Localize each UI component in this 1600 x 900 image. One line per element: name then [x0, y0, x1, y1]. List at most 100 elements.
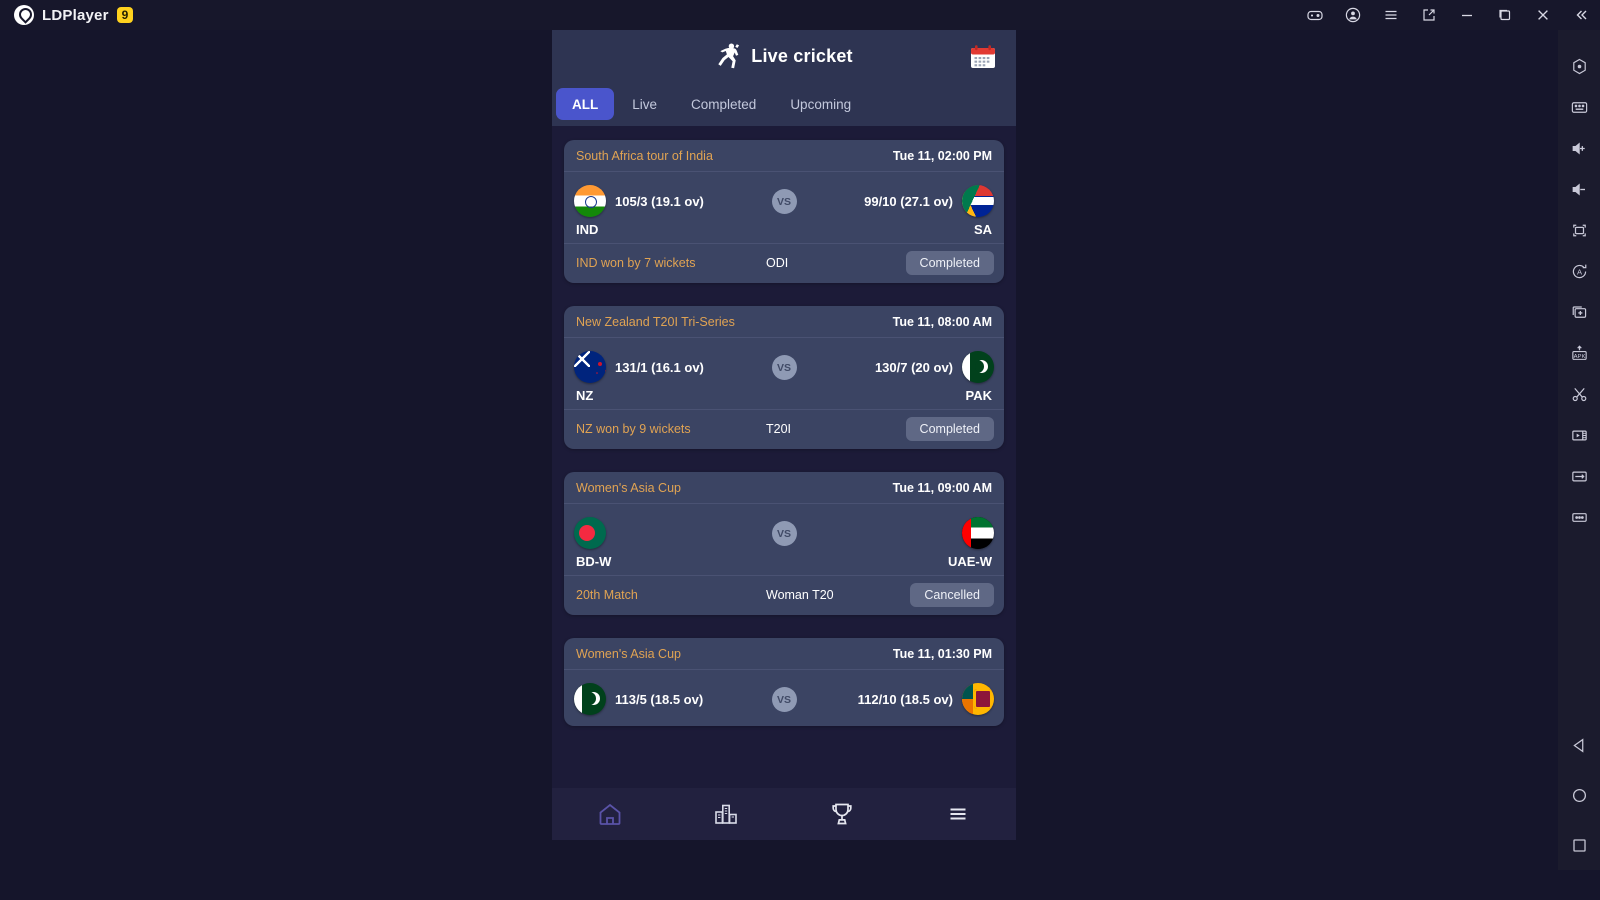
match-time: Tue 11, 01:30 PM: [892, 647, 992, 661]
svg-text:A: A: [1576, 267, 1582, 276]
nav-ranking-button[interactable]: [784, 788, 900, 840]
team-flag-sa: [962, 185, 994, 217]
series-name: New Zealand T20I Tri-Series: [576, 315, 735, 329]
match-card[interactable]: Women's Asia Cup Tue 11, 09:00 AM BD-W V…: [564, 472, 1004, 615]
match-format: ODI: [766, 256, 789, 270]
video-record-icon[interactable]: [1558, 415, 1600, 456]
menu-icon[interactable]: [1372, 0, 1410, 30]
team-away: 130/7 (20 ov) PAK: [842, 350, 994, 403]
gamepad-icon[interactable]: [1296, 0, 1334, 30]
team-flag-ind: [574, 185, 606, 217]
match-card-body: 131/1 (16.1 ov) NZ VS 130/7 (20 ov) PAK: [564, 338, 1004, 409]
status-badge: Completed: [905, 417, 994, 441]
maximize-icon[interactable]: [1486, 0, 1524, 30]
titlebar: LDPlayer 9: [0, 0, 1600, 30]
match-card-footer: NZ won by 9 wickets T20I Completed: [564, 409, 1004, 449]
match-card-header: Women's Asia Cup Tue 11, 01:30 PM: [564, 638, 1004, 670]
close-icon[interactable]: [1524, 0, 1562, 30]
match-result: 20th Match: [576, 588, 638, 602]
team-code: NZ: [576, 388, 594, 403]
scissors-icon[interactable]: [1558, 374, 1600, 415]
match-time: Tue 11, 02:00 PM: [892, 149, 992, 163]
nav-series-button[interactable]: [668, 788, 784, 840]
brand: LDPlayer 9: [0, 5, 134, 25]
match-format: T20I: [766, 422, 792, 436]
volume-down-icon[interactable]: [1558, 169, 1600, 210]
team-home: BD-W: [574, 516, 726, 569]
match-card-header: Women's Asia Cup Tue 11, 09:00 AM: [564, 472, 1004, 504]
vs-badge: VS: [771, 521, 797, 546]
collapse-icon[interactable]: [1562, 0, 1600, 30]
rotate-auto-icon[interactable]: A: [1558, 251, 1600, 292]
series-name: Women's Asia Cup: [576, 647, 681, 661]
vs-badge: VS: [771, 687, 797, 712]
team-flag-bd: [574, 517, 606, 549]
team-away: 99/10 (27.1 ov) SA: [842, 184, 994, 237]
match-card-body: BD-W VS UAE-W: [564, 504, 1004, 575]
match-card[interactable]: South Africa tour of India Tue 11, 02:00…: [564, 140, 1004, 283]
location-icon[interactable]: [1558, 46, 1600, 87]
match-time: Tue 11, 08:00 AM: [892, 315, 992, 329]
status-badge: Cancelled: [910, 583, 994, 607]
brand-version-badge: 9: [116, 7, 134, 23]
series-name: South Africa tour of India: [576, 149, 713, 163]
team-score: 105/3 (19.1 ov): [615, 193, 704, 209]
share-icon[interactable]: [1410, 0, 1448, 30]
calendar-icon[interactable]: [968, 42, 998, 72]
team-flag-pak: [574, 683, 606, 715]
team-away: 112/10 (18.5 ov): [842, 682, 994, 720]
team-flag-sl: [962, 683, 994, 715]
team-code: PAK: [965, 388, 992, 403]
home-button[interactable]: [1558, 770, 1600, 820]
team-code: SA: [973, 222, 992, 237]
team-code: BD-W: [576, 554, 612, 569]
sync-icon[interactable]: [1558, 456, 1600, 497]
cricket-batsman-icon: [718, 43, 740, 69]
match-card[interactable]: New Zealand T20I Tri-Series Tue 11, 08:0…: [564, 306, 1004, 449]
match-card-footer: 20th Match Woman T20 Cancelled: [564, 575, 1004, 615]
team-code: UAE-W: [947, 554, 992, 569]
volume-up-icon[interactable]: [1558, 128, 1600, 169]
match-result: IND won by 7 wickets: [576, 256, 696, 270]
minimize-icon[interactable]: [1448, 0, 1486, 30]
vs-container: VS: [726, 682, 842, 712]
tab-completed[interactable]: Completed: [675, 88, 772, 120]
account-icon[interactable]: [1334, 0, 1372, 30]
team-code: IND: [576, 222, 599, 237]
match-card-footer: IND won by 7 wickets ODI Completed: [564, 243, 1004, 283]
match-list[interactable]: South Africa tour of India Tue 11, 02:00…: [552, 126, 1016, 840]
ldplayer-window: LDPlayer 9 A APK Live cricket ALL Live C…: [0, 0, 1600, 900]
team-flag-uae: [962, 517, 994, 549]
match-time: Tue 11, 09:00 AM: [892, 481, 992, 495]
team-flag-nz: [574, 351, 606, 383]
titlebar-actions: [1296, 0, 1600, 30]
match-card-body: 113/5 (18.5 ov) VS 112/10 (18.5 ov): [564, 670, 1004, 726]
back-button[interactable]: [1558, 720, 1600, 770]
multi-instance-icon[interactable]: [1558, 292, 1600, 333]
team-score: 131/1 (16.1 ov): [615, 359, 704, 375]
apk-install-icon[interactable]: APK: [1558, 333, 1600, 374]
team-flag-pak: [962, 351, 994, 383]
tab-upcoming[interactable]: Upcoming: [774, 88, 867, 120]
tab-all[interactable]: ALL: [556, 88, 615, 120]
recents-button[interactable]: [1558, 820, 1600, 870]
nav-home-button[interactable]: [552, 788, 668, 840]
vs-badge: VS: [771, 189, 797, 214]
match-format: Woman T20: [766, 588, 834, 602]
more-icon[interactable]: [1558, 497, 1600, 538]
team-score: 130/7 (20 ov): [874, 359, 953, 375]
fullscreen-icon[interactable]: [1558, 210, 1600, 251]
vs-container: VS: [726, 184, 842, 214]
app-header: Live cricket: [552, 30, 1016, 82]
tab-live[interactable]: Live: [616, 88, 673, 120]
series-name: Women's Asia Cup: [576, 481, 681, 495]
match-card[interactable]: Women's Asia Cup Tue 11, 01:30 PM 113/5 …: [564, 638, 1004, 726]
app-title-group: Live cricket: [715, 42, 853, 70]
keyboard-icon[interactable]: [1558, 87, 1600, 128]
nav-more-button[interactable]: [900, 788, 1016, 840]
match-card-header: South Africa tour of India Tue 11, 02:00…: [564, 140, 1004, 172]
team-home: 131/1 (16.1 ov) NZ: [574, 350, 726, 403]
bottom-nav: [552, 788, 1016, 840]
emulator-screen: Live cricket ALL Live Completed Upcoming…: [552, 30, 1016, 840]
team-home: 113/5 (18.5 ov): [574, 682, 726, 720]
